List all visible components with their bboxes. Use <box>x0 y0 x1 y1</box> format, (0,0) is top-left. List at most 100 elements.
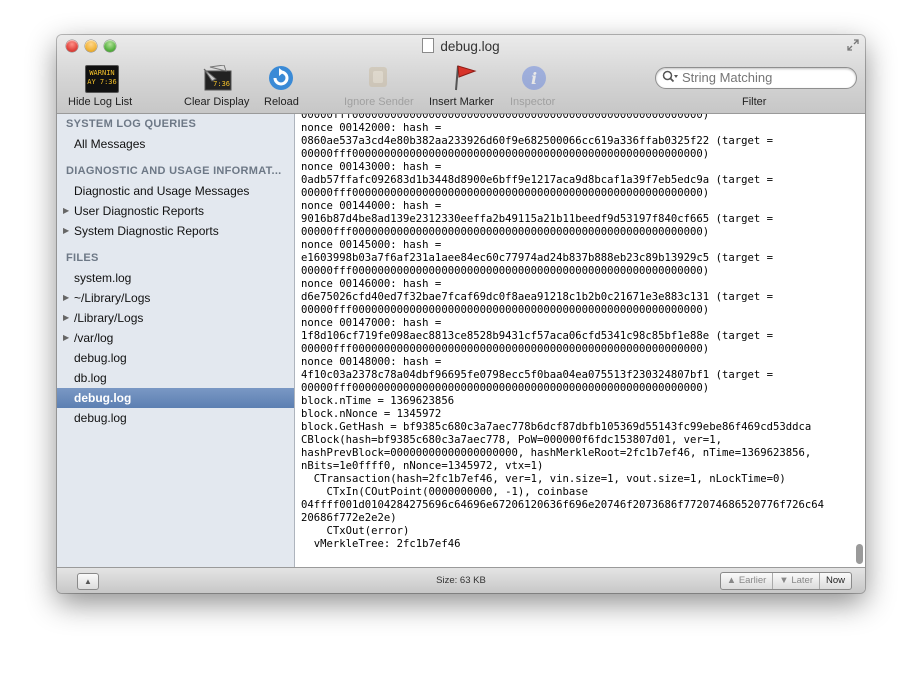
disclosure-triangle-icon[interactable]: ▶ <box>63 221 69 241</box>
sidebar-item-label: db.log <box>74 371 107 385</box>
log-line: 1f8d106cf719fe098aec8813ce8528b9431cf57a… <box>301 330 773 342</box>
sidebar-item-label: All Messages <box>74 137 146 151</box>
flag-icon <box>449 62 479 92</box>
clear-display-button[interactable]: 7:36 <box>202 64 234 93</box>
log-list-sidebar: SYSTEM LOG QUERIES All Messages DIAGNOST… <box>57 114 295 567</box>
sidebar-item-label: Diagnostic and Usage Messages <box>74 184 250 198</box>
sidebar-item-all-messages[interactable]: All Messages <box>57 134 294 154</box>
sidebar-item-debug-log[interactable]: debug.log <box>57 348 294 368</box>
log-line: nonce 00142000: hash = <box>301 122 442 134</box>
sidebar-item-db-log[interactable]: db.log <box>57 368 294 388</box>
log-line: 00000fff00000000000000000000000000000000… <box>301 265 710 277</box>
document-icon <box>422 38 435 53</box>
status-bar: ▲ Size: 63 KB ▲ Earlier ▼ Later Now <box>57 567 865 593</box>
later-label: Later <box>791 575 813 586</box>
window-title: debug.log <box>57 38 865 54</box>
window-title-text: debug.log <box>440 39 500 54</box>
toolbar: debug.log WARNIN AY 7:36 Hide Log List 7… <box>57 35 865 114</box>
sidebar-item-label: /Library/Logs <box>74 311 144 325</box>
clear-display-label: Clear Display <box>184 96 250 108</box>
insert-marker-button[interactable] <box>449 62 479 94</box>
log-line: nonce 00143000: hash = <box>301 161 442 173</box>
sidebar-item-label: /var/log <box>74 331 114 345</box>
sidebar-item-library-logs[interactable]: ▶ /Library/Logs <box>57 308 294 328</box>
now-button[interactable]: Now <box>820 573 851 589</box>
log-line: 00000fff00000000000000000000000000000000… <box>301 343 710 355</box>
log-line: 00000fff00000000000000000000000000000000… <box>301 226 710 238</box>
log-line: 00000fff00000000000000000000000000000000… <box>301 114 710 121</box>
sidebar-item-system-log[interactable]: system.log <box>57 268 294 288</box>
inspector-button[interactable]: i <box>520 64 548 94</box>
hide-log-list-label: Hide Log List <box>68 96 133 108</box>
log-line: CBlock(hash=bf9385c680c3a7aec778, PoW=00… <box>301 434 722 446</box>
search-input[interactable] <box>682 69 850 85</box>
log-line: d6e75026cfd40ed7f32bae7fcaf69dc0f8aea912… <box>301 291 773 303</box>
fullscreen-icon[interactable] <box>847 39 859 51</box>
log-line: CTransaction(hash=2fc1b7ef46, ver=1, vin… <box>301 473 786 485</box>
log-line: 4f10c03a2378c78a04dbf96695fe0798ecc5f0ba… <box>301 369 773 381</box>
sidebar-item-user-library-logs[interactable]: ▶ ~/Library/Logs <box>57 288 294 308</box>
filter-search-field[interactable] <box>655 67 857 89</box>
sidebar-header-files: FILES <box>66 252 99 264</box>
sidebar-header-system-log-queries: SYSTEM LOG QUERIES <box>66 118 197 130</box>
console-icon: WARNIN AY 7:36 <box>85 65 119 93</box>
sidebar-item-debug-log-selected[interactable]: debug.log <box>57 388 294 408</box>
sidebar-item-user-diagnostic-reports[interactable]: ▶ User Diagnostic Reports <box>57 201 294 221</box>
log-line: nonce 00146000: hash = <box>301 278 442 290</box>
log-line: hashPrevBlock=00000000000000000000, hash… <box>301 447 812 459</box>
vertical-scrollbar[interactable] <box>856 544 863 564</box>
sidebar-item-system-diagnostic-reports[interactable]: ▶ System Diagnostic Reports <box>57 221 294 241</box>
reload-button[interactable] <box>267 64 295 94</box>
sidebar-item-label: debug.log <box>74 391 132 405</box>
sidebar-item-label: debug.log <box>74 351 127 365</box>
log-text: 00000fff00000000000000000000000000000000… <box>301 114 824 551</box>
sidebar-header-diagnostic: DIAGNOSTIC AND USAGE INFORMAT... <box>66 165 282 177</box>
ignore-sender-icon <box>363 63 393 93</box>
log-line: nBits=1e0ffff0, nNonce=1345972, vtx=1) <box>301 460 544 472</box>
log-line: nonce 00144000: hash = <box>301 200 442 212</box>
log-line: 00000fff00000000000000000000000000000000… <box>301 382 710 394</box>
log-line: CTxIn(COutPoint(0000000000, -1), coinbas… <box>301 486 589 498</box>
disclosure-triangle-icon[interactable]: ▶ <box>63 308 69 328</box>
log-line: e1603998b03a7f6af231a1aee84ec60c77974ad2… <box>301 252 773 264</box>
ignore-sender-button[interactable] <box>363 63 393 95</box>
navigation-segmented-control: ▲ Earlier ▼ Later Now <box>719 572 852 590</box>
ignore-sender-label: Ignore Sender <box>344 96 414 108</box>
log-line: 0860ae537a3cd4e80b382aa233926d60f9e68250… <box>301 135 773 147</box>
log-line: block.nNonce = 1345972 <box>301 408 442 420</box>
log-line: 00000fff00000000000000000000000000000000… <box>301 148 710 160</box>
broom-icon: 7:36 <box>202 64 234 91</box>
log-line: nonce 00148000: hash = <box>301 356 442 368</box>
disclosure-triangle-icon[interactable]: ▶ <box>63 328 69 348</box>
log-line: vMerkleTree: 2fc1b7ef46 <box>301 538 461 550</box>
inspector-label: Inspector <box>510 96 556 108</box>
log-line: nonce 00145000: hash = <box>301 239 442 251</box>
console-icon-text: WARNIN <box>89 69 115 77</box>
sidebar-item-label: User Diagnostic Reports <box>74 204 205 218</box>
console-icon-text: AY 7:36 <box>87 78 117 86</box>
log-line: 04ffff001d0104284275696c64696e6720612063… <box>301 499 824 511</box>
log-content-area[interactable]: 00000fff00000000000000000000000000000000… <box>295 114 865 567</box>
disclosure-triangle-icon[interactable]: ▶ <box>63 201 69 221</box>
sidebar-item-label: system.log <box>74 271 132 285</box>
console-window: debug.log WARNIN AY 7:36 Hide Log List 7… <box>57 35 865 593</box>
log-line: 9016b87d4be8ad139e2312330eeffa2b49115a21… <box>301 213 773 225</box>
disclosure-triangle-icon[interactable]: ▶ <box>63 288 69 308</box>
log-line: block.nTime = 1369623856 <box>301 395 455 407</box>
sidebar-item-diagnostic-messages[interactable]: Diagnostic and Usage Messages <box>57 181 294 201</box>
sidebar-item-debug-log[interactable]: debug.log <box>57 408 294 428</box>
sidebar-item-label: System Diagnostic Reports <box>74 224 219 238</box>
svg-text:i: i <box>531 69 537 88</box>
log-line: CTxOut(error) <box>301 525 410 537</box>
now-label: Now <box>825 575 845 586</box>
hide-log-list-button[interactable]: WARNIN AY 7:36 <box>85 65 119 95</box>
log-line: 00000fff00000000000000000000000000000000… <box>301 304 710 316</box>
reload-label: Reload <box>264 96 299 108</box>
later-button[interactable]: ▼ Later <box>773 573 820 589</box>
earlier-button[interactable]: ▲ Earlier <box>721 573 774 589</box>
sidebar-item-var-log[interactable]: ▶ /var/log <box>57 328 294 348</box>
sidebar-item-label: ~/Library/Logs <box>74 291 151 305</box>
clear-icon-text: 7:36 <box>213 80 230 88</box>
filter-label: Filter <box>742 96 767 108</box>
info-icon: i <box>520 64 548 92</box>
